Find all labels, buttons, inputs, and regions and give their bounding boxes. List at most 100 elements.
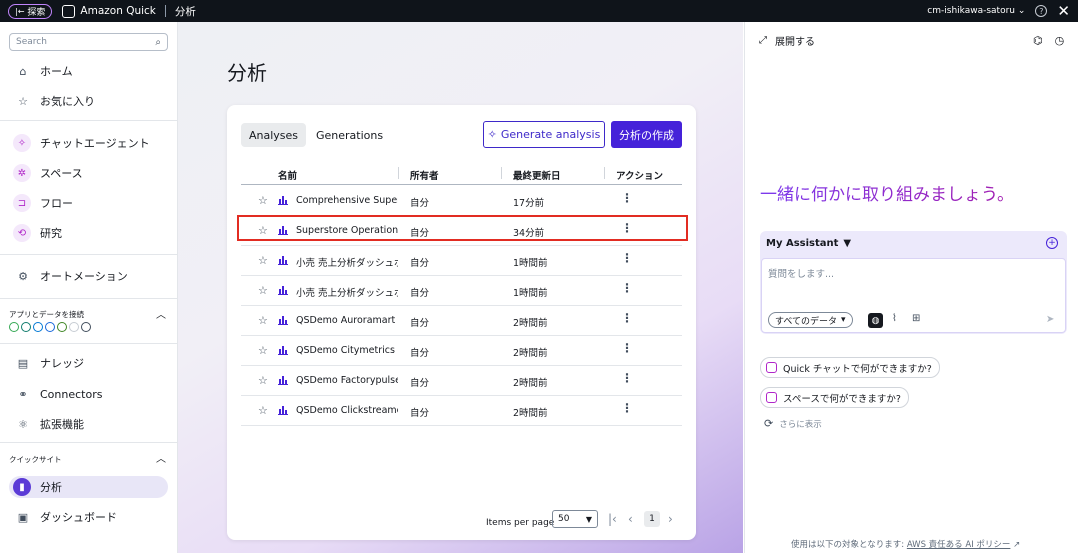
first-page-icon[interactable]: |‹ <box>608 512 617 526</box>
table-row[interactable]: ☆ QSDemo Citymetrics Ana 自分 2時間前 ⋮ <box>241 336 682 366</box>
analysis-owner: 自分 <box>410 288 430 299</box>
add-tool-icon[interactable]: ⊞ <box>912 313 920 324</box>
web-search-icon[interactable]: ◍ <box>868 313 883 328</box>
close-icon[interactable]: ✕ <box>1057 3 1070 19</box>
tab-label: Analyses <box>249 128 299 142</box>
send-icon[interactable]: ➤ <box>1046 314 1054 325</box>
user-menu[interactable]: cm-ishikawa-satoru ⌄ <box>927 6 1025 16</box>
sidebar-item-research[interactable]: ⟲ 研究 <box>9 222 168 244</box>
column-header-name[interactable]: 名前 <box>278 168 297 182</box>
drive-icon <box>9 322 19 332</box>
favorite-star-icon[interactable]: ☆ <box>258 314 268 327</box>
items-per-page-select[interactable]: 50 ▼ <box>552 510 598 528</box>
divider <box>0 442 178 443</box>
table-row[interactable]: ☆ QSDemo Auroramart An 自分 2時間前 ⋮ <box>241 306 682 336</box>
tab-generations[interactable]: Generations <box>308 123 391 147</box>
column-header-owner[interactable]: 所有者 <box>410 168 439 182</box>
analysis-owner: 自分 <box>410 378 430 389</box>
analysis-name[interactable]: 小売 売上分析ダッシュボ <box>296 285 398 299</box>
next-page-icon[interactable]: › <box>668 512 673 526</box>
favorite-star-icon[interactable]: ☆ <box>258 254 268 267</box>
explore-button[interactable]: |← 探索 <box>8 3 53 19</box>
sidebar-item-extensions[interactable]: ⚛ 拡張機能 <box>9 413 168 435</box>
new-chat-icon[interactable]: + <box>1046 237 1058 249</box>
caret-down-icon: ▼ <box>585 514 592 524</box>
analysis-owner: 自分 <box>410 408 430 419</box>
sidebar-item-chat-agent[interactable]: ✧ チャットエージェント <box>9 132 168 154</box>
sidebar-item-knowledge[interactable]: ▤ ナレッジ <box>9 352 168 374</box>
sparkle-icon: ✧ <box>487 128 497 141</box>
sidebar-item-automation[interactable]: ⚙ オートメーション <box>9 265 168 287</box>
sidebar-item-connectors[interactable]: ⚭ Connectors <box>9 383 168 405</box>
suggestion-label: Quick チャットで何ができますか? <box>783 363 932 375</box>
connected-app-icons <box>9 322 91 332</box>
favorite-star-icon[interactable]: ☆ <box>258 284 268 297</box>
analysis-name[interactable]: QSDemo Factorypulse A <box>296 375 398 386</box>
explore-label: 探索 <box>27 7 46 18</box>
sidebar-item-label: オートメーション <box>40 270 128 283</box>
column-header-updated[interactable]: 最終更新日 <box>513 168 561 182</box>
sidebar-item-label: ホーム <box>40 65 73 78</box>
sidebar-item-analysis[interactable]: ▮ 分析 <box>9 476 168 498</box>
table-row[interactable]: ☆ Comprehensive Superstc 自分 17分前 ⋮ <box>241 186 682 216</box>
favorite-star-icon[interactable]: ☆ <box>258 194 268 207</box>
assistant-selector[interactable]: My Assistant ▼ <box>766 238 851 249</box>
favorite-star-icon[interactable]: ☆ <box>258 404 268 417</box>
analysis-name[interactable]: 小売 売上分析ダッシュボ <box>296 255 398 269</box>
current-page-number[interactable]: 1 <box>644 511 660 527</box>
history-icon[interactable]: ◷ <box>1055 34 1065 47</box>
incognito-icon[interactable]: ⌬ <box>1033 34 1043 47</box>
suggestion-chip[interactable]: スペースで何ができますか? <box>760 387 909 408</box>
table-row[interactable]: ☆ 小売 売上分析ダッシュボ 自分 1時間前 ⋮ <box>241 246 682 276</box>
expand-button[interactable]: ⤢ 展開する <box>759 33 815 48</box>
suggestion-chip[interactable]: Quick チャットで何ができますか? <box>760 357 940 378</box>
table-row[interactable]: ☆ 小売 売上分析ダッシュボ 自分 1時間前 ⋮ <box>241 276 682 306</box>
chevron-up-icon[interactable]: ︿ <box>156 306 166 321</box>
analysis-name[interactable]: QSDemo Citymetrics Ana <box>296 345 398 356</box>
favorite-star-icon[interactable]: ☆ <box>258 374 268 387</box>
show-more-button[interactable]: ⟳ さらに表示 <box>764 417 822 430</box>
current-section: 分析 <box>174 5 196 18</box>
create-analysis-button[interactable]: 分析の作成 <box>611 121 682 148</box>
more-actions-icon[interactable]: ⋮ <box>621 311 633 325</box>
sidebar-item-favorites[interactable]: ☆ お気に入り <box>9 90 168 112</box>
previous-page-icon[interactable]: ‹ <box>628 512 633 526</box>
favorite-star-icon[interactable]: ☆ <box>258 344 268 357</box>
sidebar-item-dashboard[interactable]: ▣ ダッシュボード <box>9 506 168 528</box>
help-icon[interactable]: ? <box>1035 5 1048 17</box>
table-row[interactable]: ☆ QSDemo Factorypulse A 自分 2時間前 ⋮ <box>241 366 682 396</box>
column-separator <box>398 167 399 179</box>
greeting: 一緒に何かに取り組みましょう。 <box>760 180 1014 205</box>
generate-analysis-button[interactable]: ✧ Generate analysis <box>483 121 605 148</box>
more-actions-icon[interactable]: ⋮ <box>621 341 633 355</box>
analysis-name[interactable]: QSDemo Auroramart An <box>296 315 398 326</box>
more-actions-icon[interactable]: ⋮ <box>621 191 633 205</box>
chevron-up-icon[interactable]: ︿ <box>156 450 166 465</box>
tab-analyses[interactable]: Analyses <box>241 123 307 147</box>
sidebar-item-label: Connectors <box>40 387 103 401</box>
search-icon[interactable]: ⌕ <box>155 37 161 48</box>
analysis-name[interactable]: QSDemo Clickstreamer A <box>296 405 398 416</box>
more-actions-icon[interactable]: ⋮ <box>621 371 633 385</box>
sidebar-item-flow[interactable]: ⊐ フロー <box>9 192 168 214</box>
table-row[interactable]: ☆ QSDemo Clickstreamer A 自分 2時間前 ⋮ <box>241 396 682 426</box>
policy-link[interactable]: AWS 責任ある AI ポリシー <box>907 540 1011 550</box>
more-actions-icon[interactable]: ⋮ <box>621 251 633 265</box>
sidebar-item-spaces[interactable]: ✲ スペース <box>9 162 168 184</box>
footer: 使用は以下の対象となります: AWS 責任ある AI ポリシー ↗ <box>791 538 1020 550</box>
analysis-updated: 2時間前 <box>513 378 548 389</box>
chat-input-placeholder: 質問をします... <box>768 269 835 280</box>
sidebar-item-label: 拡張機能 <box>40 418 84 431</box>
data-source-selector[interactable]: すべてのデータ ▾ <box>768 312 853 328</box>
sidebar: Search ⌕ ⌂ ホーム ☆ お気に入り ✧ チャットエージェント ✲ スペ… <box>0 22 178 553</box>
sidebar-item-home[interactable]: ⌂ ホーム <box>9 60 168 82</box>
search-input[interactable]: Search ⌕ <box>9 33 168 51</box>
more-actions-icon[interactable]: ⋮ <box>621 281 633 295</box>
more-actions-icon[interactable]: ⋮ <box>621 401 633 415</box>
analysis-icon <box>278 376 288 385</box>
paperclip-icon[interactable]: ⌇ <box>892 313 897 324</box>
knowledge-icon: ▤ <box>17 356 29 370</box>
analysis-name[interactable]: Comprehensive Superstc <box>296 195 398 206</box>
chat-input-area[interactable]: 質問をします... すべてのデータ ▾ ◍ ⌇ ⊞ ➤ <box>761 258 1066 333</box>
column-header-action: アクション <box>616 171 664 182</box>
